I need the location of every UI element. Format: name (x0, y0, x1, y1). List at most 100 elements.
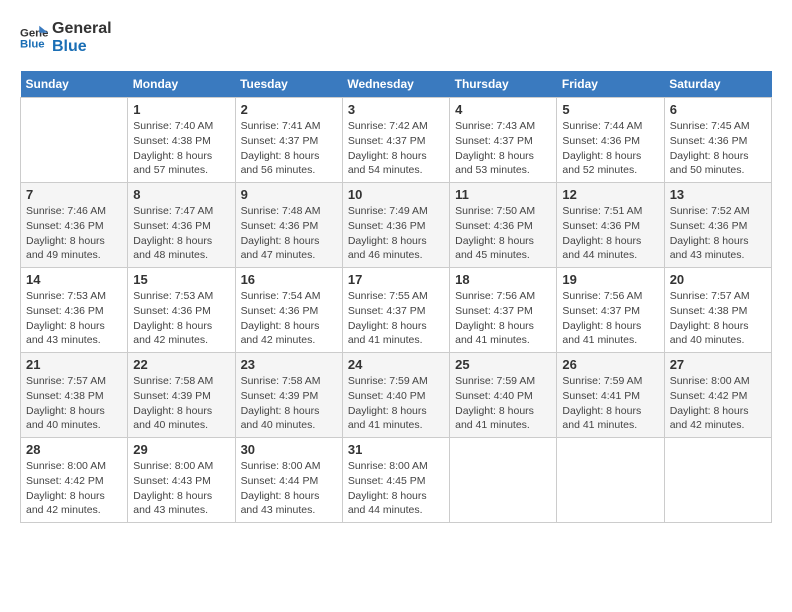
day-number: 18 (455, 272, 551, 287)
day-info: Sunrise: 8:00 AM (348, 459, 444, 474)
header-sunday: Sunday (21, 71, 128, 98)
day-info: Sunset: 4:36 PM (133, 219, 229, 234)
day-number: 12 (562, 187, 658, 202)
calendar-cell: 25Sunrise: 7:59 AMSunset: 4:40 PMDayligh… (450, 353, 557, 438)
day-number: 28 (26, 442, 122, 457)
day-info: and 53 minutes. (455, 163, 551, 178)
day-info: and 54 minutes. (348, 163, 444, 178)
day-info: and 42 minutes. (133, 333, 229, 348)
day-info: and 40 minutes. (133, 418, 229, 433)
day-number: 17 (348, 272, 444, 287)
header-friday: Friday (557, 71, 664, 98)
calendar-cell: 20Sunrise: 7:57 AMSunset: 4:38 PMDayligh… (664, 268, 771, 353)
calendar-cell: 16Sunrise: 7:54 AMSunset: 4:36 PMDayligh… (235, 268, 342, 353)
day-info: Sunset: 4:36 PM (455, 219, 551, 234)
calendar-cell: 1Sunrise: 7:40 AMSunset: 4:38 PMDaylight… (128, 98, 235, 183)
day-info: Sunrise: 7:56 AM (562, 289, 658, 304)
day-info: and 42 minutes. (26, 503, 122, 518)
header-monday: Monday (128, 71, 235, 98)
day-info: and 43 minutes. (133, 503, 229, 518)
day-number: 7 (26, 187, 122, 202)
day-number: 5 (562, 102, 658, 117)
calendar-cell: 11Sunrise: 7:50 AMSunset: 4:36 PMDayligh… (450, 183, 557, 268)
day-info: Daylight: 8 hours (133, 149, 229, 164)
day-info: Sunrise: 7:57 AM (26, 374, 122, 389)
day-info: and 42 minutes. (241, 333, 337, 348)
day-number: 31 (348, 442, 444, 457)
logo: General Blue General Blue (20, 20, 112, 55)
calendar-cell (664, 438, 771, 523)
day-info: and 41 minutes. (455, 418, 551, 433)
day-info: Daylight: 8 hours (562, 404, 658, 419)
day-info: Daylight: 8 hours (670, 149, 766, 164)
day-info: Sunrise: 7:57 AM (670, 289, 766, 304)
calendar-cell: 14Sunrise: 7:53 AMSunset: 4:36 PMDayligh… (21, 268, 128, 353)
day-info: Daylight: 8 hours (455, 319, 551, 334)
day-info: Sunset: 4:36 PM (241, 304, 337, 319)
day-info: Daylight: 8 hours (26, 234, 122, 249)
day-info: Sunrise: 7:47 AM (133, 204, 229, 219)
day-info: Daylight: 8 hours (670, 234, 766, 249)
day-info: Daylight: 8 hours (348, 404, 444, 419)
day-info: Sunrise: 7:58 AM (241, 374, 337, 389)
calendar-cell: 19Sunrise: 7:56 AMSunset: 4:37 PMDayligh… (557, 268, 664, 353)
calendar-cell: 31 Sunrise: 8:00 AMSunset: 4:45 PMDayligh… (342, 438, 449, 523)
calendar-cell: 22Sunrise: 7:58 AMSunset: 4:39 PMDayligh… (128, 353, 235, 438)
day-info: Sunset: 4:38 PM (133, 134, 229, 149)
day-info: Sunrise: 7:58 AM (133, 374, 229, 389)
day-info: Sunset: 4:44 PM (241, 474, 337, 489)
day-info: and 41 minutes. (348, 333, 444, 348)
header-thursday: Thursday (450, 71, 557, 98)
calendar-cell: 18Sunrise: 7:56 AMSunset: 4:37 PMDayligh… (450, 268, 557, 353)
day-number: 15 (133, 272, 229, 287)
day-info: Sunrise: 7:52 AM (670, 204, 766, 219)
day-info: Sunset: 4:37 PM (455, 134, 551, 149)
calendar-table: SundayMondayTuesdayWednesdayThursdayFrid… (20, 71, 772, 523)
day-info: Daylight: 8 hours (348, 234, 444, 249)
day-info: Sunrise: 7:49 AM (348, 204, 444, 219)
day-info: Sunrise: 7:54 AM (241, 289, 337, 304)
day-info: and 41 minutes. (562, 333, 658, 348)
calendar-cell: 3Sunrise: 7:42 AMSunset: 4:37 PMDaylight… (342, 98, 449, 183)
day-info: Daylight: 8 hours (348, 149, 444, 164)
day-info: Sunset: 4:37 PM (348, 134, 444, 149)
calendar-cell: 27Sunrise: 8:00 AMSunset: 4:42 PMDayligh… (664, 353, 771, 438)
day-info: Daylight: 8 hours (26, 319, 122, 334)
day-info: Sunrise: 7:53 AM (133, 289, 229, 304)
day-number: 1 (133, 102, 229, 117)
header-tuesday: Tuesday (235, 71, 342, 98)
day-info: Sunrise: 7:53 AM (26, 289, 122, 304)
svg-text:Blue: Blue (20, 38, 45, 50)
day-number: 4 (455, 102, 551, 117)
day-info: Sunrise: 8:00 AM (670, 374, 766, 389)
day-number: 13 (670, 187, 766, 202)
day-number: 16 (241, 272, 337, 287)
day-number: 6 (670, 102, 766, 117)
day-number: 2 (241, 102, 337, 117)
day-info: Sunset: 4:36 PM (348, 219, 444, 234)
day-info: Sunset: 4:45 PM (348, 474, 444, 489)
calendar-cell: 21Sunrise: 7:57 AMSunset: 4:38 PMDayligh… (21, 353, 128, 438)
day-info: Sunrise: 7:55 AM (348, 289, 444, 304)
day-info: Sunset: 4:40 PM (348, 389, 444, 404)
calendar-cell (557, 438, 664, 523)
day-number: 19 (562, 272, 658, 287)
day-info: Daylight: 8 hours (670, 319, 766, 334)
day-info: Daylight: 8 hours (670, 404, 766, 419)
day-info: Sunset: 4:36 PM (26, 219, 122, 234)
header-saturday: Saturday (664, 71, 771, 98)
day-info: Daylight: 8 hours (348, 489, 444, 504)
calendar-cell: 15Sunrise: 7:53 AMSunset: 4:36 PMDayligh… (128, 268, 235, 353)
calendar-cell: 4Sunrise: 7:43 AMSunset: 4:37 PMDaylight… (450, 98, 557, 183)
day-info: Sunset: 4:36 PM (133, 304, 229, 319)
day-info: Sunset: 4:40 PM (455, 389, 551, 404)
day-info: and 40 minutes. (241, 418, 337, 433)
day-number: 9 (241, 187, 337, 202)
day-info: Sunset: 4:36 PM (562, 219, 658, 234)
day-info: Sunset: 4:36 PM (562, 134, 658, 149)
header-wednesday: Wednesday (342, 71, 449, 98)
day-info: Sunrise: 8:00 AM (26, 459, 122, 474)
day-number: 30 (241, 442, 337, 457)
day-info: Daylight: 8 hours (241, 149, 337, 164)
calendar-header-row: SundayMondayTuesdayWednesdayThursdayFrid… (21, 71, 772, 98)
